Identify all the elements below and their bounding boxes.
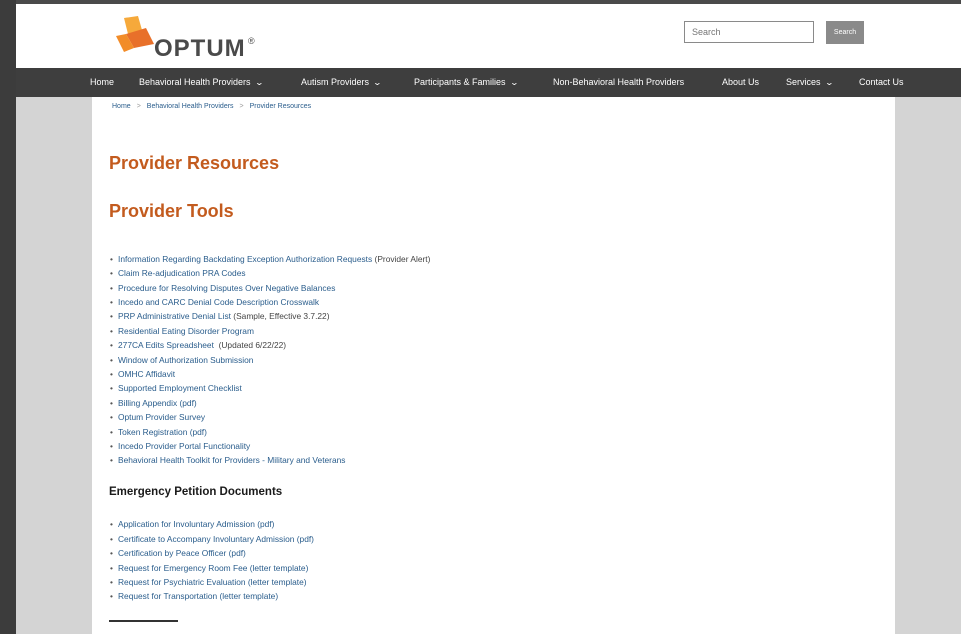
tool-link[interactable]: Token Registration (pdf) bbox=[118, 427, 207, 437]
list-item: Residential Eating Disorder Program bbox=[110, 326, 254, 336]
list-item: Claim Re-adjudication PRA Codes bbox=[110, 268, 246, 278]
nav-label: Autism Providers bbox=[301, 77, 370, 87]
divider bbox=[109, 620, 178, 622]
tool-link[interactable]: OMHC Affidavit bbox=[118, 369, 175, 379]
list-item: Certification by Peace Officer (pdf) bbox=[110, 548, 246, 558]
list-item: Supported Employment Checklist bbox=[110, 383, 242, 393]
tool-note: (Sample, Effective 3.7.22) bbox=[230, 311, 330, 321]
nav-label: Home bbox=[90, 77, 115, 87]
tool-note: (Updated 6/22/22) bbox=[213, 340, 287, 350]
nav-label: About Us bbox=[722, 77, 760, 87]
nav-item-home[interactable]: Home bbox=[90, 77, 114, 87]
tool-link[interactable]: Residential Eating Disorder Program bbox=[118, 326, 254, 336]
list-item: Procedure for Resolving Disputes Over Ne… bbox=[110, 283, 335, 293]
nav-item-autism-providers[interactable]: Autism Providers ⌄ bbox=[301, 77, 383, 87]
list-item: Information Regarding Backdating Excepti… bbox=[110, 254, 431, 264]
list-item: 277CA Edits Spreadsheet (Updated 6/22/22… bbox=[110, 340, 287, 350]
breadcrumb-separator-icon: > bbox=[136, 103, 141, 110]
document-link[interactable]: Certification by Peace Officer (pdf) bbox=[118, 548, 246, 558]
chevron-down-icon: ⌄ bbox=[254, 78, 264, 87]
list-item: Request for Psychiatric Evaluation (lett… bbox=[110, 577, 307, 587]
chevron-down-icon: ⌄ bbox=[509, 78, 519, 87]
breadcrumb-home[interactable]: Home bbox=[112, 103, 131, 110]
tool-link[interactable]: Claim Re-adjudication PRA Codes bbox=[118, 268, 246, 278]
breadcrumb-provider-resources[interactable]: Provider Resources bbox=[250, 103, 311, 110]
breadcrumb-behavioral-health-providers[interactable]: Behavioral Health Providers bbox=[147, 103, 234, 110]
nav-label: Contact Us bbox=[859, 77, 904, 87]
search-button[interactable]: Search bbox=[826, 21, 864, 44]
list-item: Optum Provider Survey bbox=[110, 412, 205, 422]
tool-note: (Provider Alert) bbox=[372, 254, 431, 264]
logo-wordmark: OPTUM bbox=[154, 35, 246, 62]
list-item: Certificate to Accompany Involuntary Adm… bbox=[110, 534, 314, 544]
list-item: Billing Appendix (pdf) bbox=[110, 398, 197, 408]
tool-link[interactable]: Window of Authorization Submission bbox=[118, 355, 253, 365]
nav-label: Non-Behavioral Health Providers bbox=[553, 77, 685, 87]
search-input[interactable] bbox=[684, 21, 814, 43]
section-title-provider-tools: Provider Tools bbox=[109, 201, 234, 221]
tool-link[interactable]: PRP Administrative Denial List bbox=[118, 311, 231, 321]
chevron-down-icon: ⌄ bbox=[372, 78, 383, 87]
tool-link[interactable]: Behavioral Health Toolkit for Providers … bbox=[118, 455, 345, 465]
list-item: Incedo and CARC Denial Code Description … bbox=[110, 297, 319, 307]
document-link[interactable]: Request for Emergency Room Fee (letter t… bbox=[118, 563, 308, 573]
list-item: Window of Authorization Submission bbox=[110, 355, 253, 365]
tool-link[interactable]: Incedo and CARC Denial Code Description … bbox=[118, 297, 319, 307]
nav-item-non-behavioral-health-providers[interactable]: Non-Behavioral Health Providers bbox=[553, 77, 684, 87]
document-link[interactable]: Application for Involuntary Admission (p… bbox=[118, 519, 274, 529]
logo-registered-mark: ® bbox=[248, 36, 255, 46]
list-item: Behavioral Health Toolkit for Providers … bbox=[110, 455, 345, 465]
list-item: Token Registration (pdf) bbox=[110, 427, 207, 437]
chevron-down-icon: ⌄ bbox=[824, 78, 834, 87]
tool-link[interactable]: Procedure for Resolving Disputes Over Ne… bbox=[118, 283, 335, 293]
page: OPTUM ® Search Home Behavioral Health Pr… bbox=[16, 4, 961, 634]
document-link[interactable]: Certificate to Accompany Involuntary Adm… bbox=[118, 534, 314, 544]
nav-label: Behavioral Health Providers bbox=[139, 77, 251, 87]
list-item: OMHC Affidavit bbox=[110, 369, 175, 379]
tool-link[interactable]: Information Regarding Backdating Excepti… bbox=[118, 254, 372, 264]
main-nav: Home Behavioral Health Providers ⌄ Autism… bbox=[16, 68, 961, 97]
nav-label: Services bbox=[786, 77, 821, 87]
nav-item-contact-us[interactable]: Contact Us bbox=[859, 77, 904, 87]
page-title: Provider Resources bbox=[109, 153, 280, 173]
nav-item-services[interactable]: Services ⌄ bbox=[786, 77, 834, 87]
section-title-emergency-petition: Emergency Petition Documents bbox=[109, 486, 283, 498]
list-item: Request for Emergency Room Fee (letter t… bbox=[110, 563, 308, 573]
tool-link[interactable]: Incedo Provider Portal Functionality bbox=[118, 441, 250, 451]
list-item: Incedo Provider Portal Functionality bbox=[110, 441, 250, 451]
document-link[interactable]: Request for Transportation (letter templ… bbox=[118, 591, 278, 601]
document-link[interactable]: Request for Psychiatric Evaluation (lett… bbox=[118, 577, 307, 587]
list-item: Application for Involuntary Admission (p… bbox=[110, 519, 274, 529]
tool-link[interactable]: Optum Provider Survey bbox=[118, 412, 205, 422]
main-content: Home > Behavioral Health Providers > Provide… bbox=[92, 97, 895, 634]
nav-item-participants-families[interactable]: Participants & Families ⌄ bbox=[414, 77, 519, 87]
list-item: Request for Transportation (letter templ… bbox=[110, 591, 278, 601]
list-item: PRP Administrative Denial List (Sample, … bbox=[110, 311, 330, 321]
tool-link[interactable]: 277CA Edits Spreadsheet bbox=[118, 340, 214, 350]
breadcrumb-separator-icon: > bbox=[239, 103, 244, 110]
tool-link[interactable]: Billing Appendix (pdf) bbox=[118, 398, 197, 408]
nav-item-about-us[interactable]: About Us bbox=[722, 77, 759, 87]
nav-label: Participants & Families bbox=[414, 77, 506, 87]
tool-link[interactable]: Supported Employment Checklist bbox=[118, 383, 242, 393]
site-header: OPTUM ® Search bbox=[16, 4, 961, 68]
breadcrumb: Home > Behavioral Health Providers > Provide… bbox=[112, 103, 311, 110]
window-frame-left bbox=[0, 0, 16, 634]
nav-item-behavioral-health-providers[interactable]: Behavioral Health Providers ⌄ bbox=[139, 77, 264, 87]
